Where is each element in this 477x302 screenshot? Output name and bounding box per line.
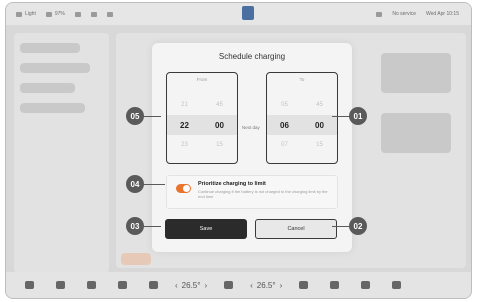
from-time-picker[interactable]: From 21 45 22 00 23 15 <box>166 72 238 164</box>
dialog-title: Schedule charging <box>218 52 286 61</box>
callout-leader <box>143 116 161 118</box>
volume-icon[interactable] <box>392 281 402 289</box>
bluetooth-icon <box>74 11 81 17</box>
light-icon <box>16 11 22 17</box>
toggle-knob <box>183 185 190 192</box>
battery-status: 97% <box>45 11 65 17</box>
lock-status <box>106 11 113 17</box>
right-temperature[interactable]: ‹ 26.5° › <box>250 281 282 290</box>
to-row-selected[interactable]: 06 00 <box>267 115 337 135</box>
option-description: Continue charging if the battery is not … <box>198 189 328 199</box>
background-card <box>381 113 451 153</box>
left-temp-value: 26.5° <box>181 280 201 290</box>
background-card <box>381 53 451 93</box>
music-icon[interactable] <box>330 281 340 289</box>
to-hour-above[interactable]: 05 <box>281 102 288 108</box>
home-icon[interactable] <box>25 281 34 289</box>
callout-badge: 04 <box>126 175 144 193</box>
from-row-below[interactable]: 23 15 <box>167 139 237 151</box>
fan-icon[interactable] <box>224 281 234 289</box>
callout-badge: 03 <box>126 217 144 235</box>
option-title: Prioritize charging to limit <box>198 181 266 187</box>
callout-leader <box>143 226 161 228</box>
background-row <box>20 103 85 113</box>
temp-up-icon[interactable]: › <box>280 281 283 290</box>
from-minute-selected[interactable]: 00 <box>215 121 224 130</box>
to-picker-label: To <box>299 77 305 82</box>
phone-icon[interactable] <box>149 281 158 289</box>
network-label: No service <box>392 11 416 17</box>
from-picker-label: From <box>196 77 208 82</box>
wiper-icon[interactable] <box>299 281 309 289</box>
background-badge <box>121 253 151 265</box>
right-temp-value: 26.5° <box>256 280 276 290</box>
from-hour-selected[interactable]: 22 <box>180 121 189 130</box>
prioritize-charging-toggle[interactable] <box>176 184 191 193</box>
from-hour-above[interactable]: 21 <box>181 102 188 108</box>
to-row-below[interactable]: 07 15 <box>267 139 337 151</box>
battery-label: 97% <box>54 11 65 17</box>
save-button[interactable]: Save <box>165 219 247 239</box>
callout-badge: 01 <box>349 107 367 125</box>
signal-icon <box>376 11 383 17</box>
from-minute-below[interactable]: 15 <box>216 142 223 148</box>
to-minute-above[interactable]: 45 <box>316 102 323 108</box>
from-hour-below[interactable]: 23 <box>181 142 188 148</box>
background-row <box>20 43 80 53</box>
to-time-picker[interactable]: To 05 45 06 00 07 15 <box>266 72 338 164</box>
callout-badge: 05 <box>126 107 144 125</box>
from-minute-above[interactable]: 45 <box>216 102 223 108</box>
light-status: Light <box>16 11 36 17</box>
lock-icon <box>106 11 113 17</box>
screen-frame: Light 97% No service Wed Apr 10:15 ‹ 26.… <box>5 2 472 299</box>
callout-leader <box>332 226 350 228</box>
to-minute-selected[interactable]: 00 <box>315 121 324 130</box>
left-temperature[interactable]: ‹ 26.5° › <box>175 281 207 290</box>
from-row-above[interactable]: 21 45 <box>167 99 237 111</box>
callout-badge: 02 <box>349 217 367 235</box>
to-row-above[interactable]: 05 45 <box>267 99 337 111</box>
cancel-button[interactable]: Cancel <box>255 219 337 239</box>
bottom-dock: ‹ 26.5° › ‹ 26.5° › <box>6 272 471 298</box>
apps-icon[interactable] <box>361 281 371 289</box>
callout-leader <box>143 184 165 186</box>
folder-icon <box>90 11 97 17</box>
car-icon[interactable] <box>56 281 65 289</box>
bluetooth-status <box>74 11 81 17</box>
background-row <box>20 83 75 93</box>
clock-label: Wed Apr 10:15 <box>426 11 459 17</box>
to-minute-below[interactable]: 15 <box>316 142 323 148</box>
to-hour-selected[interactable]: 06 <box>280 121 289 130</box>
temp-down-icon[interactable]: ‹ <box>250 281 253 290</box>
schedule-charging-dialog: Schedule charging From 21 45 22 00 23 15… <box>152 43 352 252</box>
next-day-label: Next day <box>242 125 260 130</box>
status-bar: Light 97% No service Wed Apr 10:15 <box>6 3 471 25</box>
temp-down-icon[interactable]: ‹ <box>175 281 178 290</box>
media-icon[interactable] <box>118 281 127 289</box>
folder-status <box>90 11 97 17</box>
callout-leader <box>332 116 350 118</box>
light-label: Light <box>25 11 36 17</box>
brand-logo-icon <box>242 6 254 20</box>
seat-icon[interactable] <box>87 281 96 289</box>
to-hour-below[interactable]: 07 <box>281 142 288 148</box>
temp-up-icon[interactable]: › <box>204 281 207 290</box>
status-right: No service Wed Apr 10:15 <box>376 3 459 25</box>
battery-icon <box>45 11 52 17</box>
from-row-selected[interactable]: 22 00 <box>167 115 237 135</box>
background-row <box>20 63 90 73</box>
prioritize-charging-option: Prioritize charging to limit Continue ch… <box>166 175 338 209</box>
